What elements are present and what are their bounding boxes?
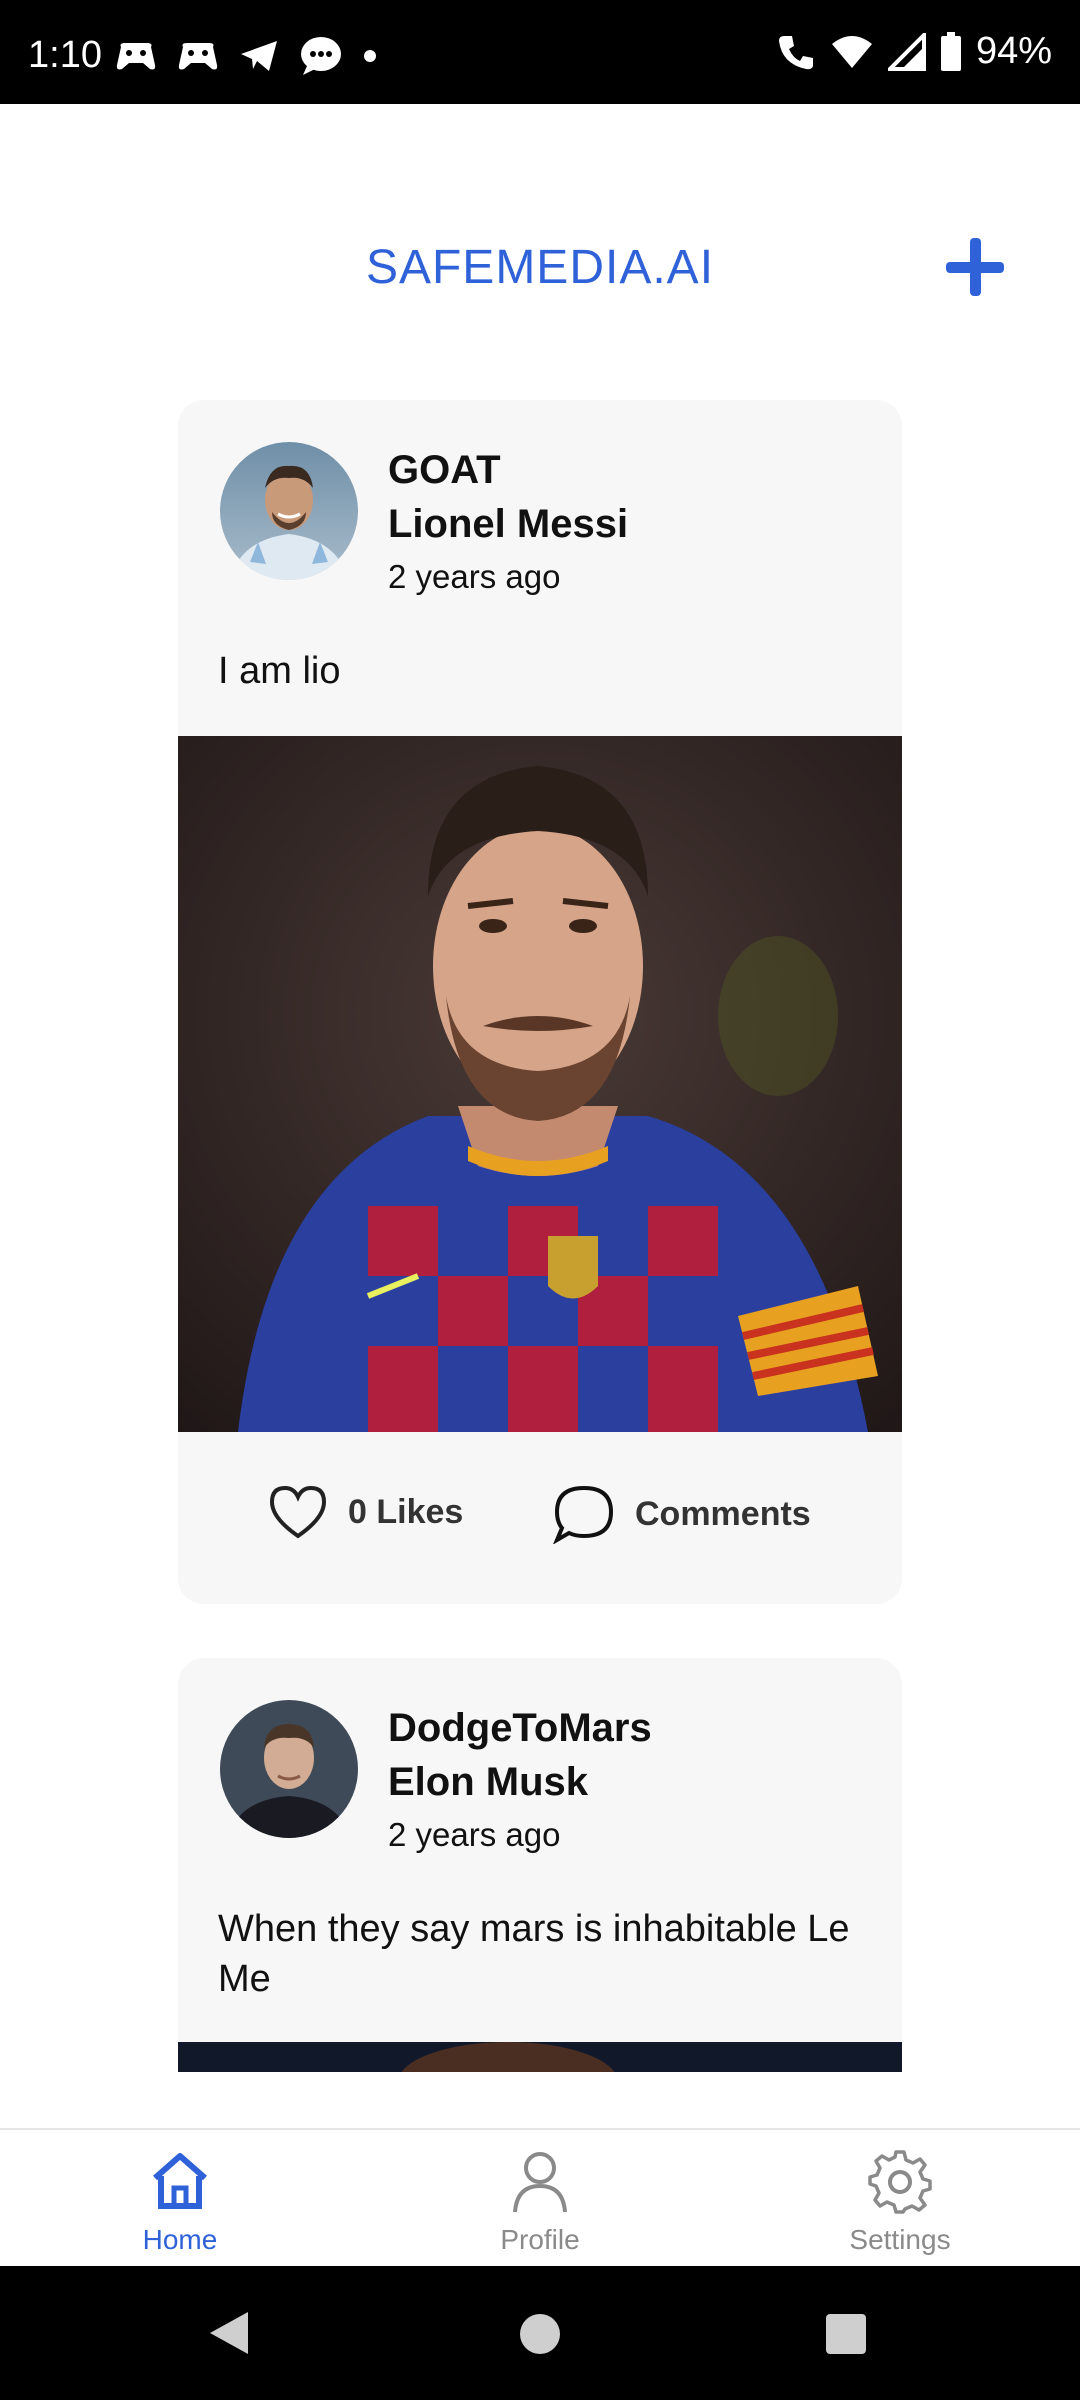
post-fullname: Lionel Messi [388,502,629,546]
post-image[interactable] [178,2042,902,2072]
home-icon [153,2153,207,2209]
avatar[interactable] [220,1700,358,1838]
post-text: When they say mars is inhabitable Le Me [218,1908,850,2000]
nav-home[interactable]: Home [80,2148,280,2256]
battery-percentage: 94% [975,30,1052,72]
status-right: 94% [776,30,1052,73]
post-image[interactable] [178,736,902,1432]
app-title: SAFEMEDIA.AI [365,241,715,294]
post-timestamp: 2 years ago [388,558,561,595]
add-post-button[interactable] [946,238,1004,296]
post-username[interactable]: GOAT [388,448,501,493]
back-icon[interactable] [206,2310,250,2356]
notification-icons [115,36,377,76]
avatar[interactable] [220,442,358,580]
battery-icon [940,31,961,71]
nav-home-label: Home [142,2224,218,2255]
post-timestamp: 2 years ago [388,1816,561,1853]
wifi-call-icon [778,35,813,69]
gear-icon [868,2150,932,2214]
wifi-icon [831,35,872,68]
post-username[interactable]: DodgeToMars [388,1706,652,1751]
likes-count: 0 Likes [348,1492,464,1531]
status-time: 1:10 [28,34,102,76]
post-text: I am lio [218,650,341,692]
app-header: SAFEMEDIA.AI [0,104,1080,434]
post-fullname: Elon Musk [388,1760,589,1804]
post-actions: 0 Likes Comments [178,1432,902,1604]
status-bar: 1:10 94% [0,0,1080,104]
nav-profile[interactable]: Profile [440,2148,640,2256]
bottom-nav: Home Profile Settings [0,2128,1080,2266]
telegram-icon [241,41,277,71]
recents-square-icon[interactable] [826,2314,866,2354]
user-icon [513,2152,567,2213]
nav-profile-label: Profile [500,2224,580,2255]
system-nav-bar [0,2266,1080,2400]
game-controller-icon [116,43,156,70]
nav-settings[interactable]: Settings [800,2148,1000,2256]
heart-icon [269,1485,327,1539]
signal-icon [887,32,926,71]
post-card: DodgeToMars Elon Musk 2 years ago When t… [178,1658,902,2072]
feed[interactable]: GOAT Lionel Messi 2 years ago I am lio 0… [0,400,1080,2072]
nav-settings-label: Settings [849,2224,951,2255]
post-card: GOAT Lionel Messi 2 years ago I am lio 0… [178,400,902,1604]
comments-label: Comments [635,1494,811,1533]
game-controller-icon [178,43,218,70]
dot-icon [364,50,376,62]
comment-icon [553,1485,614,1544]
chat-bubble-icon [301,37,341,75]
like-button[interactable]: 0 Likes [268,1484,463,1540]
home-circle-icon[interactable] [520,2314,560,2354]
comments-button[interactable]: Comments [553,1484,811,1544]
